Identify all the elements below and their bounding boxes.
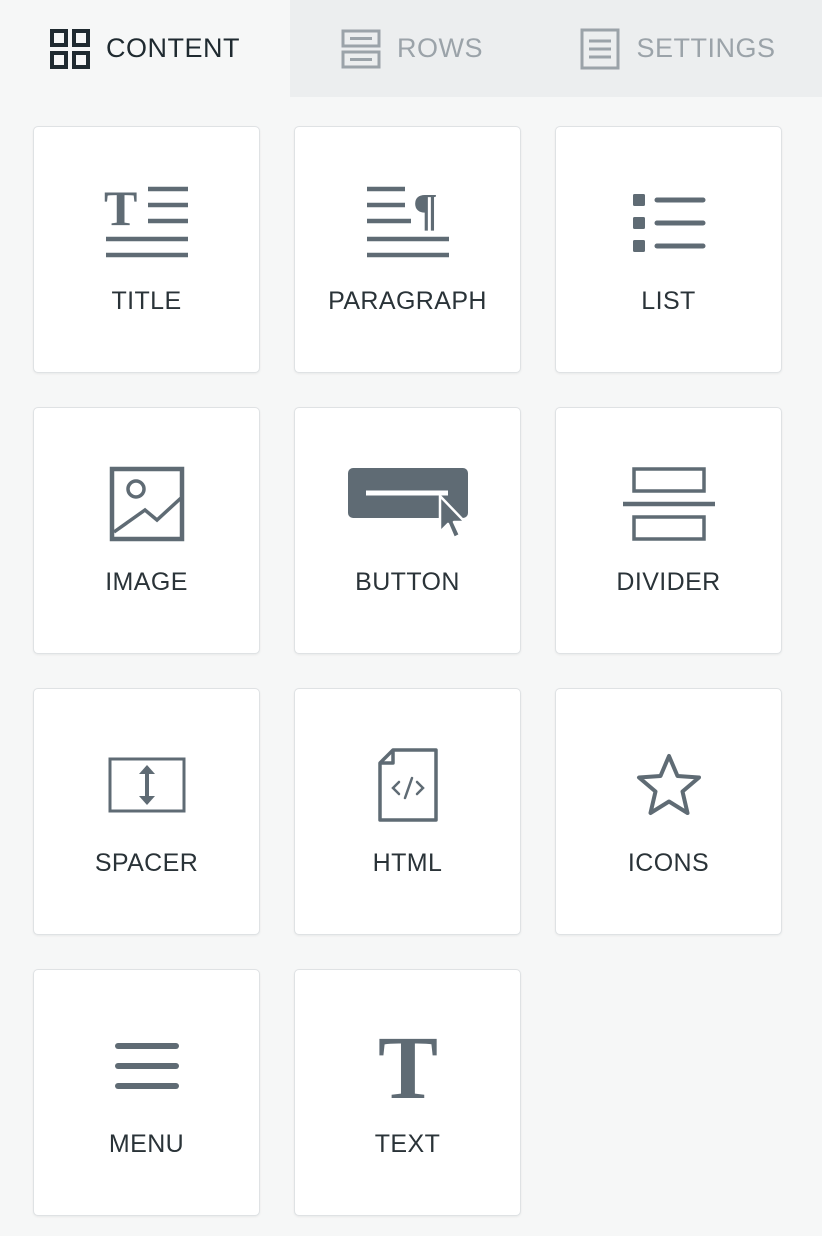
block-button[interactable]: BUTTON bbox=[294, 407, 521, 654]
block-image-label: IMAGE bbox=[105, 568, 188, 596]
tab-settings[interactable]: SETTINGS bbox=[534, 0, 822, 97]
spacer-icon bbox=[108, 757, 185, 813]
block-icons[interactable]: ICONS bbox=[555, 688, 782, 935]
block-divider[interactable]: DIVIDER bbox=[555, 407, 782, 654]
grid-icon bbox=[50, 28, 90, 69]
block-spacer-label: SPACER bbox=[94, 849, 199, 877]
tab-settings-label: SETTINGS bbox=[636, 33, 776, 63]
text-icon: T bbox=[377, 1028, 437, 1104]
block-list-label: LIST bbox=[641, 287, 696, 315]
tab-rows[interactable]: ROWS bbox=[290, 0, 534, 97]
block-html-label: HTML bbox=[372, 849, 443, 877]
paragraph-icon: ¶ bbox=[366, 185, 449, 258]
block-paragraph[interactable]: ¶ PARAGRAPH bbox=[294, 126, 521, 373]
star-icon bbox=[636, 754, 701, 815]
tab-content-label: CONTENT bbox=[106, 33, 240, 63]
content-blocks-grid: T TITLE ¶ PARAGRAPH LIST IMAGE BUTTON DI… bbox=[33, 126, 783, 1216]
block-text[interactable]: T TEXT bbox=[294, 969, 521, 1216]
svg-text:T: T bbox=[104, 185, 137, 236]
svg-text:¶: ¶ bbox=[413, 185, 438, 235]
block-menu-label: MENU bbox=[108, 1130, 185, 1158]
divider-icon bbox=[622, 467, 715, 541]
block-button-label: BUTTON bbox=[355, 568, 460, 596]
block-divider-label: DIVIDER bbox=[616, 568, 721, 596]
block-html[interactable]: HTML bbox=[294, 688, 521, 935]
block-image[interactable]: IMAGE bbox=[33, 407, 260, 654]
tab-rows-label: ROWS bbox=[397, 33, 483, 63]
tab-content[interactable]: CONTENT bbox=[0, 0, 290, 97]
svg-text:T: T bbox=[377, 1028, 437, 1104]
block-list[interactable]: LIST bbox=[555, 126, 782, 373]
tab-bar: CONTENT ROWS SETTINGS bbox=[0, 0, 822, 97]
rows-icon bbox=[341, 29, 381, 68]
html-icon bbox=[377, 748, 438, 822]
block-paragraph-label: PARAGRAPH bbox=[328, 287, 487, 315]
block-icons-label: ICONS bbox=[627, 849, 710, 877]
title-icon: T bbox=[104, 185, 188, 258]
block-menu[interactable]: MENU bbox=[33, 969, 260, 1216]
block-title[interactable]: T TITLE bbox=[33, 126, 260, 373]
button-icon bbox=[347, 468, 468, 540]
block-text-label: TEXT bbox=[374, 1130, 441, 1158]
menu-icon bbox=[114, 1043, 179, 1089]
list-icon bbox=[632, 194, 705, 252]
block-title-label: TITLE bbox=[111, 287, 182, 315]
block-spacer[interactable]: SPACER bbox=[33, 688, 260, 935]
settings-icon bbox=[580, 28, 620, 69]
image-icon bbox=[109, 466, 184, 542]
